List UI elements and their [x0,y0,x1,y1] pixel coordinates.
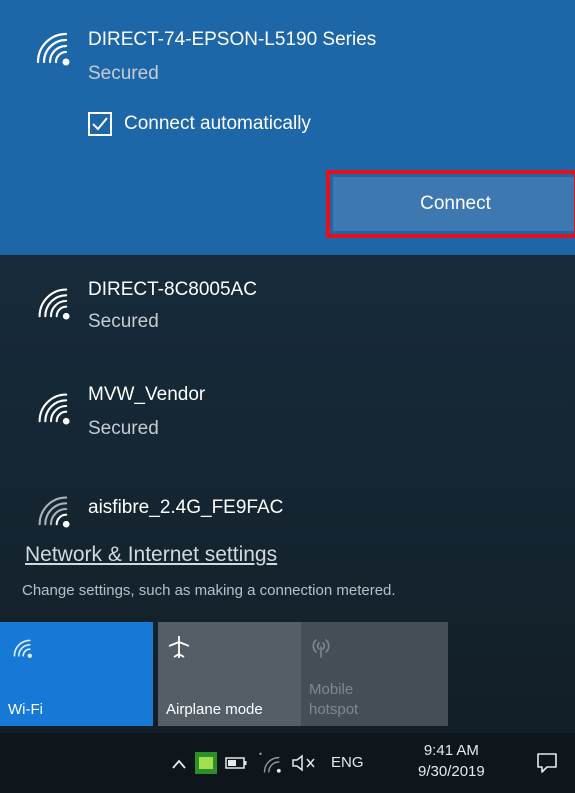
connect-automatically-checkbox[interactable] [88,112,112,136]
network-settings-link[interactable]: Network & Internet settings [25,543,277,567]
network-name[interactable]: aisfibre_2.4G_FE9FAC [88,497,283,519]
network-status: Secured [88,63,159,84]
svg-text:*: * [259,751,262,760]
network-settings-description: Change settings, such as making a connec… [22,582,396,599]
connect-button-highlight [326,170,575,238]
wifi-icon [38,393,70,425]
airplane-mode-tile[interactable]: Airplane mode [158,622,301,726]
language-indicator[interactable]: ENG [331,754,364,771]
taskbar: * ENG 9:41 AM 9/30/2019 [0,733,575,793]
mobile-hotspot-label: Mobile hotspot [309,681,359,718]
network-status: Secured [88,311,159,332]
clock[interactable]: 9:41 AM 9/30/2019 [418,740,485,782]
wifi-tile-label: Wi-Fi [8,701,43,718]
notification-icon[interactable] [536,752,558,774]
clock-time: 9:41 AM [423,742,479,759]
volume-muted-icon[interactable] [290,753,318,773]
airplane-icon [168,636,190,658]
checkmark-icon [92,117,108,131]
wifi-icon [36,32,70,66]
network-status: Secured [88,418,159,439]
network-name[interactable]: MVW_Vendor [88,384,205,406]
connect-automatically-label: Connect automatically [124,113,311,134]
wifi-icon [38,496,70,528]
clock-date: 9/30/2019 [418,763,485,780]
mobile-hotspot-tile[interactable]: Mobile hotspot [301,622,448,726]
wifi-icon [38,288,70,320]
wifi-icon [13,639,32,658]
wifi-toggle-tile[interactable]: Wi-Fi [0,622,153,726]
app-tray-icon[interactable] [195,752,217,774]
airplane-mode-label: Airplane mode [166,701,263,718]
network-name: DIRECT-74-EPSON-L5190 Series [88,29,377,50]
connect-automatically-row[interactable]: Connect automatically [88,112,311,136]
chevron-up-icon[interactable] [171,758,187,770]
battery-icon[interactable] [224,755,248,771]
network-name[interactable]: DIRECT-8C8005AC [88,279,257,301]
hotspot-icon [312,639,330,658]
wifi-tray-icon[interactable]: * [258,751,282,773]
